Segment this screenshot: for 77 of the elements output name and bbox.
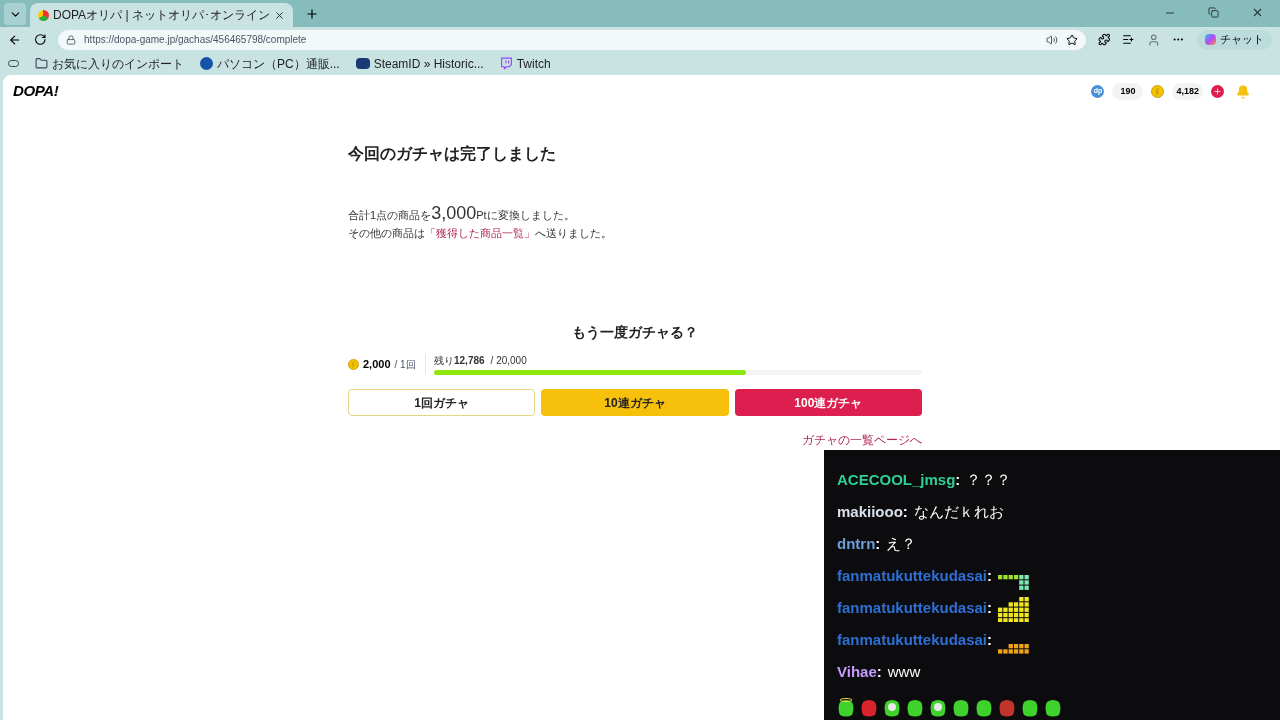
chat-colon: : xyxy=(875,533,881,554)
price-unit: / 1回 xyxy=(394,357,416,372)
chat-colon: : xyxy=(955,469,961,490)
dp-points: 190 xyxy=(1112,82,1144,101)
twitch-icon xyxy=(499,57,513,70)
gacha-button[interactable]: 100連ガチャ xyxy=(734,389,922,416)
again-title: もう一度ガチャる？ xyxy=(571,323,699,342)
new-tab-icon[interactable] xyxy=(304,7,319,21)
chat-colon: : xyxy=(987,565,993,586)
close-window-icon[interactable] xyxy=(1251,6,1264,19)
tab-list-button[interactable] xyxy=(4,3,26,25)
bookmark[interactable]: パソコン（PC）通販... xyxy=(200,54,340,73)
chat-username[interactable]: fanmatukuttekudasai xyxy=(837,564,988,588)
coin-icon xyxy=(348,358,359,370)
emote-icon[interactable] xyxy=(1021,698,1039,718)
logo[interactable]: DOPA! xyxy=(13,80,59,103)
acquired-items-link[interactable]: 「獲得した商品一覧」 xyxy=(425,227,535,239)
site-icon xyxy=(355,58,370,69)
chat-colon: : xyxy=(987,597,993,618)
emote-icon[interactable] xyxy=(906,698,924,718)
gacha-list-link[interactable]: ガチャの一覧ページへ xyxy=(802,431,922,449)
chat-message: なんだｋれお xyxy=(913,501,1004,522)
emote-icon[interactable] xyxy=(1044,698,1062,718)
chat-message: え？ xyxy=(886,533,917,554)
lock-icon xyxy=(66,34,77,45)
transfer-message: その他の商品は xyxy=(348,227,425,239)
pixel-emote-icon xyxy=(998,596,1029,622)
folder-icon xyxy=(35,57,48,70)
copilot-button[interactable]: チャット xyxy=(1197,29,1272,50)
bookmark[interactable]: お気に入りのインポート xyxy=(35,54,184,73)
conversion-message: 合計1点の商品を3,000Ptに変換しました。 xyxy=(348,204,576,224)
read-aloud-icon[interactable] xyxy=(1045,33,1058,46)
emote-icon[interactable] xyxy=(837,698,855,718)
chat-username[interactable]: fanmatukuttekudasai xyxy=(837,596,988,620)
transfer-message: へ送りました。 xyxy=(535,227,612,239)
add-coins-icon[interactable] xyxy=(1211,85,1224,98)
chat-username[interactable]: dntrn xyxy=(837,532,876,556)
chat-username[interactable]: fanmatukuttekudasai xyxy=(837,628,988,652)
favorites-icon[interactable] xyxy=(1122,33,1135,46)
remaining-count: 残り12,786 xyxy=(434,354,485,368)
address-bar[interactable]: https://dopa-game.jp/gachas/456465798/complete xyxy=(58,29,1086,50)
coin-icon xyxy=(1151,85,1165,98)
chat-colon: : xyxy=(987,629,993,650)
profile-icon[interactable] xyxy=(1146,32,1161,47)
chat-colon: : xyxy=(902,501,908,522)
pixel-emote-icon xyxy=(998,575,1029,590)
coin-balance: 4,182 xyxy=(1172,82,1203,101)
favicon-icon xyxy=(38,9,49,21)
url-text: https://dopa-game.jp/gachas/456465798/complete xyxy=(84,33,307,47)
emote-icon[interactable] xyxy=(929,698,947,718)
close-icon[interactable] xyxy=(273,9,285,21)
pixel-emote-icon xyxy=(998,644,1029,654)
bookmark[interactable]: Twitch xyxy=(499,54,551,73)
chat-username[interactable]: ACECOOL_jmsg xyxy=(837,468,956,492)
total-count: / 20,000 xyxy=(490,354,527,368)
tab-title: DOPAオリパ | ネットオリパ･オンライン xyxy=(53,7,270,24)
back-icon[interactable] xyxy=(8,32,22,47)
chat-colon: : xyxy=(876,661,882,682)
emote-icon[interactable] xyxy=(952,698,970,718)
gacha-button[interactable]: 1回ガチャ xyxy=(348,389,536,416)
chat-message: ？？？ xyxy=(966,469,1012,490)
extensions-icon[interactable] xyxy=(1097,33,1111,46)
emote-icon[interactable] xyxy=(975,698,993,718)
favorite-icon[interactable] xyxy=(1065,33,1078,46)
browser-tab[interactable]: DOPAオリパ | ネットオリパ･オンライン xyxy=(30,3,293,27)
restore-icon[interactable] xyxy=(1208,7,1219,18)
chat-username[interactable]: Vihae xyxy=(837,660,877,684)
bookmark[interactable]: SteamID » Historic... xyxy=(355,54,484,73)
emote-icon[interactable] xyxy=(883,698,901,718)
chat-username[interactable]: makiiooo xyxy=(837,500,903,524)
chat-message: www xyxy=(887,661,921,682)
page-title: 今回のガチャは完了しました xyxy=(348,144,557,164)
reload-icon[interactable] xyxy=(33,33,47,46)
price: 2,000 xyxy=(363,356,391,372)
copilot-icon xyxy=(1205,34,1216,45)
site-icon xyxy=(200,57,213,70)
gacha-button[interactable]: 10連ガチャ xyxy=(541,389,729,416)
